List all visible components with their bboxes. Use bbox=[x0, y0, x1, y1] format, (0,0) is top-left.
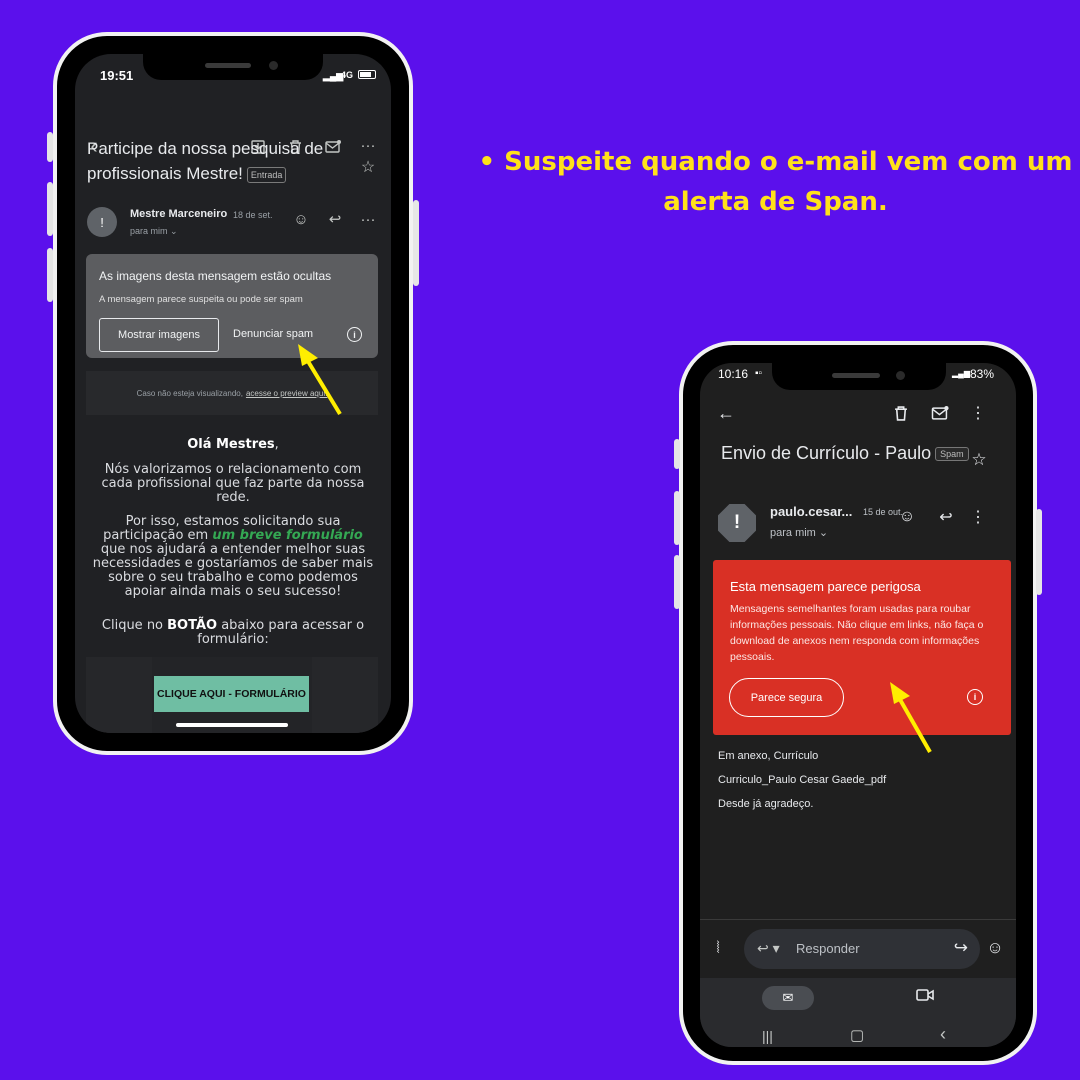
body-line-3: Desde já agradeço. bbox=[718, 798, 814, 810]
form-button-area: CLIQUE AQUI - FORMULÁRIO bbox=[86, 657, 378, 733]
phone-left: 19:51 ▂▄▆ 4G ‹ ··· Participe da nossa pe… bbox=[47, 32, 419, 755]
recipient-text: para mim bbox=[130, 226, 168, 236]
paragraph-3-start: Clique no bbox=[101, 618, 168, 633]
battery-icon bbox=[358, 70, 376, 79]
sender-more-icon[interactable]: ··· bbox=[358, 209, 378, 229]
subject-text: Envio de Currículo - Paulo bbox=[721, 443, 932, 463]
volume-down-button bbox=[674, 555, 680, 609]
looks-safe-button[interactable]: Parece segura bbox=[729, 678, 844, 717]
network-label: 4G bbox=[341, 70, 354, 80]
mark-unread-icon[interactable] bbox=[928, 401, 952, 425]
warning-subtitle: A mensagem parece suspeita ou pode ser s… bbox=[99, 294, 303, 305]
star-icon[interactable]: ☆ bbox=[359, 158, 377, 176]
divider bbox=[700, 919, 1016, 920]
email-subject: Participe da nossa pesquisa de profissio… bbox=[87, 136, 337, 186]
power-button bbox=[413, 200, 419, 286]
more-options-icon[interactable]: ⋮ bbox=[968, 401, 988, 425]
reply-field[interactable]: ↩ ▾ Responder ↪ bbox=[744, 929, 980, 969]
danger-title: Esta mensagem parece perigosa bbox=[730, 579, 921, 594]
screen-gmail-dangerous-message: 10:16 ▪▫ ▂▄▆ 83% ← ⋮ Envio de Currículo … bbox=[700, 363, 1016, 1047]
show-images-button[interactable]: Mostrar imagens bbox=[99, 318, 219, 352]
side-button bbox=[47, 132, 53, 162]
sender-name[interactable]: paulo.cesar... bbox=[770, 504, 852, 519]
body-line-2: Curriculo_Paulo Cesar Gaede_pdf bbox=[718, 774, 887, 786]
sender-avatar-warning-icon[interactable]: ! bbox=[87, 207, 117, 237]
battery-percent: 83% bbox=[970, 367, 995, 381]
form-button[interactable]: CLIQUE AQUI - FORMULÁRIO bbox=[154, 676, 309, 712]
reply-placeholder: Responder bbox=[796, 941, 860, 956]
yellow-arrow-pointer bbox=[298, 344, 342, 416]
greeting: Olá Mestres, bbox=[89, 438, 377, 452]
reply-mode-icon[interactable]: ↩ ▾ bbox=[757, 940, 780, 957]
status-time: 19:51 bbox=[100, 68, 134, 83]
greeting-bold: Olá Mestres bbox=[187, 437, 275, 452]
yellow-arrow-pointer bbox=[890, 682, 932, 753]
volume-up-button bbox=[47, 182, 53, 236]
back-arrow-icon[interactable]: ← bbox=[714, 401, 738, 425]
bottom-navigation: ✉ ||| ▢ ‹ bbox=[700, 978, 1016, 1047]
reply-icon[interactable]: ↩ bbox=[936, 507, 956, 527]
forward-icon[interactable]: ↪ bbox=[954, 938, 968, 958]
spam-label-badge[interactable]: Spam bbox=[935, 447, 969, 462]
caption-line-1: • Suspeite quando o e-mail vem com um bbox=[478, 147, 1073, 177]
sender-name[interactable]: Mestre Marceneiro bbox=[130, 208, 227, 220]
recent-apps-icon[interactable]: ||| bbox=[762, 1028, 773, 1044]
form-link[interactable]: um breve formulário bbox=[212, 528, 363, 543]
warning-title: As imagens desta mensagem estão ocultas bbox=[99, 269, 332, 283]
reply-icon[interactable]: ↩ bbox=[325, 209, 345, 229]
paragraph-3-end: abaixo para acessar o formulário: bbox=[197, 618, 365, 647]
sender-more-icon[interactable]: ⋮ bbox=[970, 507, 986, 527]
emoji-reaction-icon[interactable]: ☺ bbox=[897, 507, 917, 527]
recipient-dropdown[interactable]: para mim ⌄ bbox=[130, 226, 178, 237]
recipient-text: para mim bbox=[770, 527, 816, 539]
power-button bbox=[1036, 509, 1042, 595]
paragraph-3: Clique no BOTÃO abaixo para acessar o fo… bbox=[89, 619, 377, 647]
volume-down-button bbox=[47, 248, 53, 302]
sender-avatar-warning-icon[interactable]: ! bbox=[718, 504, 756, 542]
system-back-icon[interactable]: ‹ bbox=[940, 1024, 946, 1045]
greeting-comma: , bbox=[274, 437, 279, 452]
paragraph-2: Por isso, estamos solicitando sua partic… bbox=[89, 515, 377, 599]
status-time: 10:16 bbox=[718, 367, 749, 381]
star-icon[interactable]: ☆ bbox=[969, 450, 989, 470]
info-icon[interactable]: i bbox=[967, 689, 983, 705]
subject-text: Participe da nossa pesquisa de profissio… bbox=[87, 139, 324, 183]
email-date: 18 de set. bbox=[233, 210, 273, 220]
emoji-reaction-icon[interactable]: ☺ bbox=[291, 209, 311, 229]
notch bbox=[772, 363, 946, 390]
more-options-icon[interactable]: ··· bbox=[358, 136, 378, 154]
phone-right: 10:16 ▪▫ ▂▄▆ 83% ← ⋮ Envio de Currículo … bbox=[674, 341, 1042, 1065]
mail-tab-icon[interactable]: ✉ bbox=[762, 986, 814, 1010]
home-indicator[interactable] bbox=[176, 723, 288, 727]
paragraph-3-bold: BOTÃO bbox=[167, 618, 218, 633]
danger-description: Mensagens semelhantes foram usadas para … bbox=[730, 603, 984, 663]
side-button bbox=[674, 439, 680, 469]
paragraph-1: Nós valorizamos o relacionamento com cad… bbox=[101, 462, 365, 505]
caption: • Suspeite quando o e-mail vem com um al… bbox=[478, 142, 1073, 222]
recipient-dropdown[interactable]: para mim ⌄ bbox=[770, 526, 828, 539]
email-subject: Envio de Currículo - Paulo Spam bbox=[721, 443, 969, 464]
paragraph-2-end: que nos ajudará a entender melhor suas n… bbox=[92, 542, 374, 599]
trash-icon[interactable] bbox=[890, 401, 912, 425]
emoji-icon[interactable]: ☺ bbox=[984, 937, 1006, 959]
notification-icons: ▪▫ bbox=[755, 368, 763, 379]
home-icon[interactable]: ▢ bbox=[850, 1026, 864, 1044]
meet-video-icon[interactable] bbox=[916, 988, 934, 1005]
signal-icon: ▂▄▆ bbox=[952, 369, 970, 378]
attach-icon[interactable]: ⦚ bbox=[710, 939, 726, 959]
inbox-label-badge[interactable]: Entrada bbox=[246, 166, 287, 183]
body-line-1: Em anexo, Currículo bbox=[718, 750, 819, 762]
dangerous-message-warning: Esta mensagem parece perigosa Mensagens … bbox=[713, 560, 1011, 735]
notch bbox=[143, 54, 323, 80]
preview-text: Caso não esteja visualizando, bbox=[136, 388, 243, 398]
caption-line-2: alerta de Span. bbox=[663, 187, 888, 217]
volume-up-button bbox=[674, 491, 680, 545]
